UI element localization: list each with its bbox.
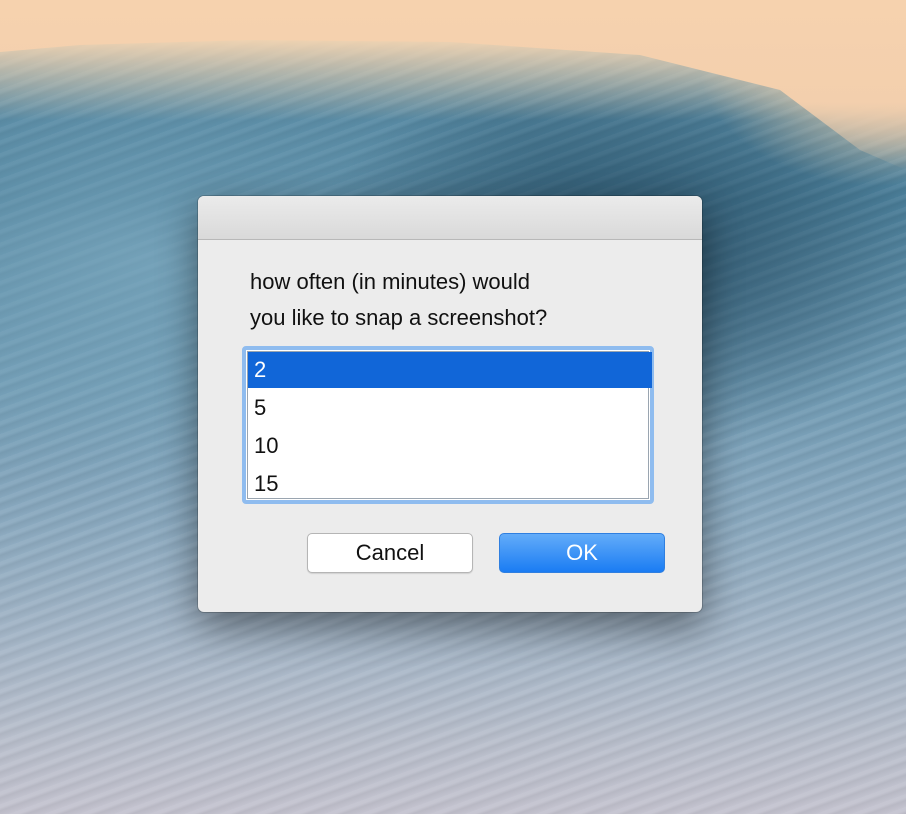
list-item-15[interactable]: 15 [248, 466, 652, 502]
cancel-button[interactable]: Cancel [307, 533, 473, 573]
list-item-10[interactable]: 10 [248, 428, 652, 464]
list-item-5[interactable]: 5 [248, 390, 652, 426]
wallpaper-sky [0, 0, 906, 170]
choose-from-list-dialog: how often (in minutes) would you like to… [198, 196, 702, 612]
list-item-2[interactable]: 2 [248, 352, 652, 388]
ok-button[interactable]: OK [499, 533, 665, 573]
dialog-prompt: how often (in minutes) would you like to… [250, 269, 548, 330]
options-list: 2 5 10 15 [247, 351, 652, 502]
options-listbox[interactable]: 2 5 10 15 [242, 346, 654, 504]
dialog-titlebar[interactable] [198, 196, 702, 240]
